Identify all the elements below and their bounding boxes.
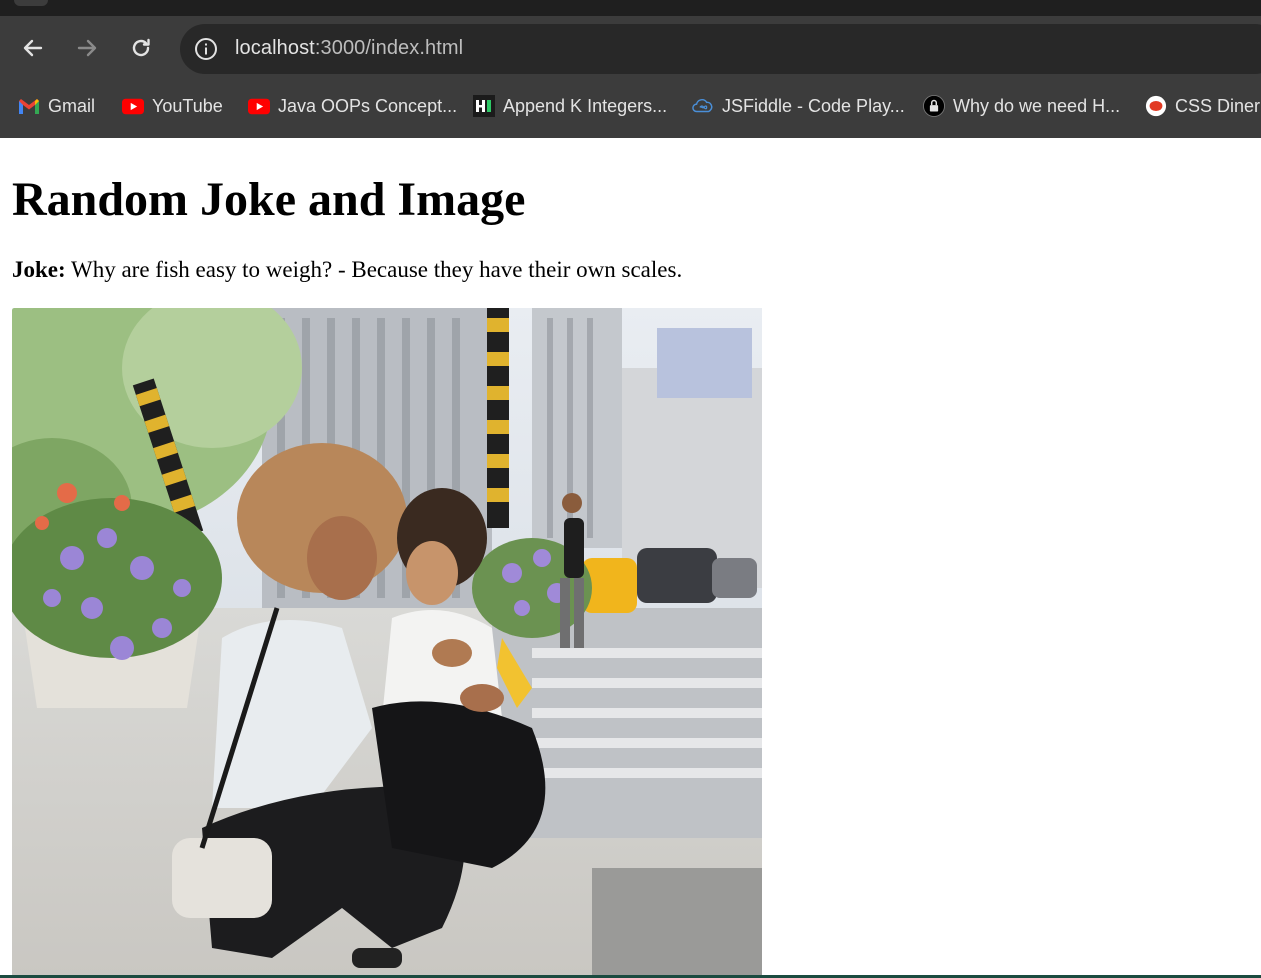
youtube-icon — [248, 95, 270, 117]
bookmark-label: JSFiddle - Code Play... — [722, 95, 905, 116]
joke-label: Joke: — [12, 257, 66, 282]
jsfiddle-icon — [692, 95, 714, 117]
bookmark-label: Gmail — [48, 95, 96, 116]
bookmark-jsfiddle[interactable]: JSFiddle - Code Play... — [692, 94, 905, 118]
browser-toolbar: localhost:3000/index.html — [0, 16, 1261, 78]
bookmark-css-diner[interactable]: CSS Diner — [1145, 94, 1260, 118]
arrow-left-icon — [23, 39, 43, 57]
gmail-icon — [18, 95, 40, 117]
mother-and-child-photo — [12, 308, 762, 978]
bookmark-label: Why do we need H... — [953, 95, 1121, 116]
youtube-icon — [122, 95, 144, 117]
browser-chrome: localhost:3000/index.html Gmail YouTube … — [0, 0, 1261, 138]
bookmark-label: Java OOPs Concept... — [278, 95, 458, 116]
back-button[interactable] — [19, 34, 47, 62]
joke-text: Why are fish easy to weigh? - Because th… — [65, 257, 683, 282]
reload-icon — [132, 38, 150, 57]
url-path: :3000/index.html — [314, 37, 464, 59]
site-info-icon[interactable] — [194, 37, 218, 61]
bookmark-append-k-integers[interactable]: Append K Integers... — [473, 94, 667, 118]
bookmark-label: Append K Integers... — [503, 95, 668, 116]
random-image — [12, 308, 762, 978]
address-bar[interactable]: localhost:3000/index.html — [180, 24, 1261, 74]
arrow-right-icon — [77, 39, 97, 57]
bookmark-label: CSS Diner — [1175, 95, 1261, 116]
bookmark-gmail[interactable]: Gmail — [18, 94, 95, 118]
tab-strip — [0, 0, 1261, 16]
joke-paragraph: Joke: Why are fish easy to weigh? - Beca… — [12, 257, 682, 283]
bookmark-why-do-we-need[interactable]: Why do we need H... — [923, 94, 1120, 118]
tab[interactable] — [14, 0, 48, 6]
bookmarks-bar: Gmail YouTube Java OOPs Concept... Appen… — [0, 78, 1261, 138]
lock-icon — [923, 95, 945, 117]
bookmark-youtube[interactable]: YouTube — [122, 94, 223, 118]
reload-button[interactable] — [127, 34, 155, 62]
page-content: Random Joke and Image Joke: Why are fish… — [0, 138, 1261, 978]
forward-button[interactable] — [73, 34, 101, 62]
url-text[interactable]: localhost:3000/index.html — [235, 37, 463, 60]
page-title: Random Joke and Image — [12, 173, 526, 226]
url-host: localhost — [235, 37, 315, 59]
css-diner-icon — [1145, 95, 1167, 117]
hackerearth-icon — [473, 95, 495, 117]
bookmark-java-oops[interactable]: Java OOPs Concept... — [248, 94, 457, 118]
bookmark-label: YouTube — [152, 95, 223, 116]
